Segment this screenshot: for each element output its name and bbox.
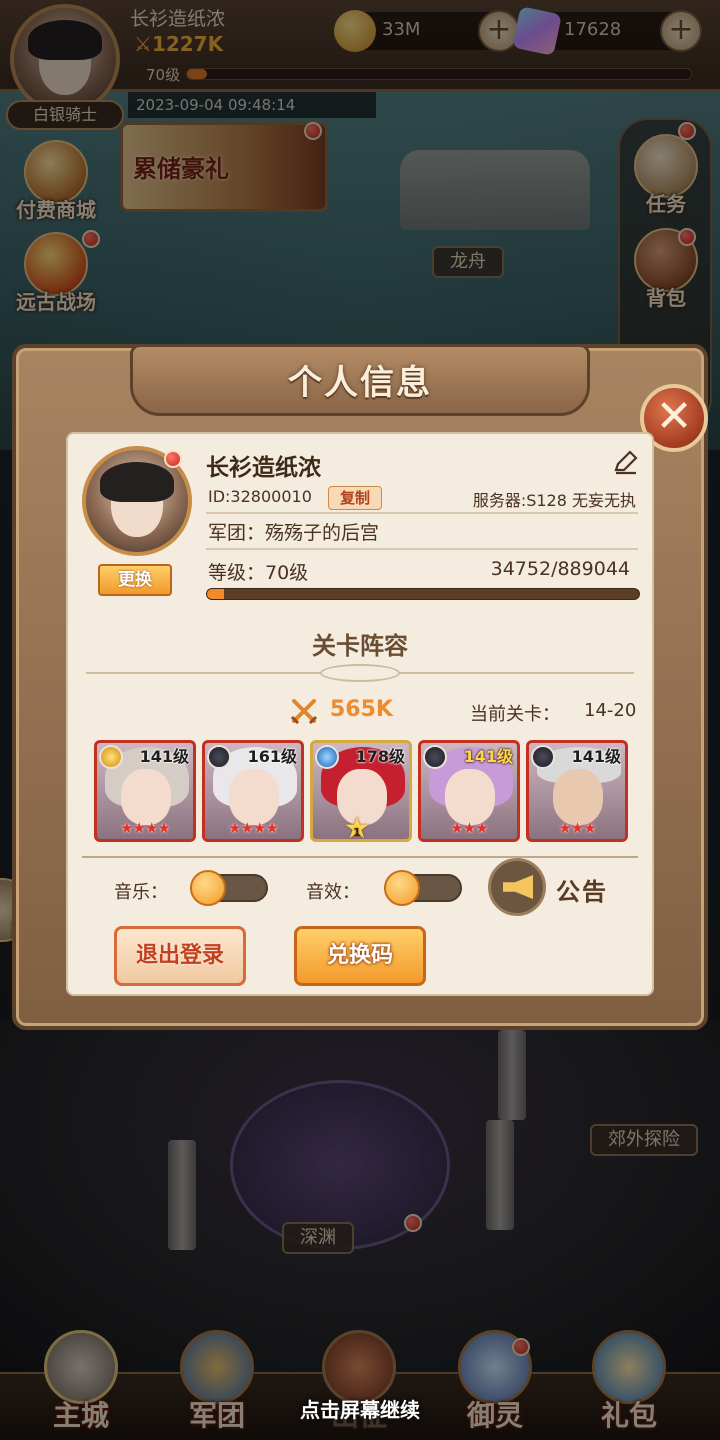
crossed-swords-icon <box>290 699 318 725</box>
hero-card[interactable]: 141级 ★★★ <box>418 740 520 842</box>
notification-dot <box>164 450 182 468</box>
toggle-knob <box>384 870 420 906</box>
hero-face <box>121 769 171 825</box>
water-element-icon <box>315 745 339 769</box>
star-rank-badge: ★ 1 <box>343 811 371 846</box>
dark-element-icon <box>423 745 447 769</box>
music-toggle[interactable] <box>190 870 268 906</box>
hero-level: 178级 <box>355 747 405 766</box>
server-info: 服务器:S128 无妄无执 <box>472 491 636 510</box>
hero-stars: ★★★★ <box>120 819 171 837</box>
hero-stars: ★★★ <box>450 819 488 837</box>
avatar-hair <box>100 462 174 503</box>
experience-bar <box>206 588 640 600</box>
ornament-divider <box>320 664 400 682</box>
sun-element-icon <box>99 745 123 769</box>
toggle-knob <box>190 870 226 906</box>
announcement-button[interactable] <box>488 858 546 916</box>
music-label: 音乐： <box>114 882 168 903</box>
profile-name: 长衫造纸浓 <box>206 455 321 481</box>
hero-face <box>229 769 279 825</box>
modal-title: 个人信息 <box>288 363 432 403</box>
divider <box>82 856 638 858</box>
change-avatar-button[interactable]: 更换 <box>98 564 172 596</box>
hero-level: 141级 <box>463 747 513 766</box>
copy-id-button[interactable]: 复制 <box>328 486 382 510</box>
tap-to-continue-hint[interactable]: 点击屏幕继续 <box>0 1394 720 1423</box>
divider <box>206 512 638 514</box>
guild-info: 军团：殇殇子的后宫 <box>208 522 380 544</box>
announcement-label[interactable]: 公告 <box>556 872 608 907</box>
hero-level: 141级 <box>571 747 621 766</box>
profile-level: 等级：70级 <box>208 562 309 584</box>
hero-level: 161级 <box>247 747 297 766</box>
dark-element-icon <box>531 745 555 769</box>
lineup-power: 565K <box>330 697 393 722</box>
megaphone-icon <box>503 875 533 899</box>
hero-card[interactable]: 141级 ★★★ <box>526 740 628 842</box>
sfx-label: 音效： <box>306 882 360 903</box>
hero-stars: ★★★★ <box>228 819 279 837</box>
experience-text: 34752/889044 <box>490 558 630 580</box>
dark-element-icon <box>207 745 231 769</box>
logout-button[interactable]: 退出登录 <box>114 926 246 986</box>
hero-card[interactable]: 161级 ★★★★ <box>202 740 304 842</box>
hero-level: 141级 <box>139 747 189 766</box>
current-stage-value: 14-20 <box>584 700 637 721</box>
edit-name-icon[interactable] <box>612 448 640 476</box>
hero-face <box>445 769 495 825</box>
redeem-code-button[interactable]: 兑换码 <box>294 926 426 986</box>
hero-card[interactable]: 141级 ★★★★ <box>94 740 196 842</box>
modal-title-plate: 个人信息 <box>130 344 590 416</box>
current-stage-label: 当前关卡： <box>470 704 560 725</box>
star-rank-number: 1 <box>353 826 361 839</box>
hero-face <box>553 769 603 825</box>
player-id: ID:32800010 <box>208 487 312 506</box>
sfx-toggle[interactable] <box>384 870 462 906</box>
divider <box>206 548 638 550</box>
hero-stars: ★★★ <box>558 819 596 837</box>
lineup-title: 关卡阵容 <box>312 632 408 660</box>
